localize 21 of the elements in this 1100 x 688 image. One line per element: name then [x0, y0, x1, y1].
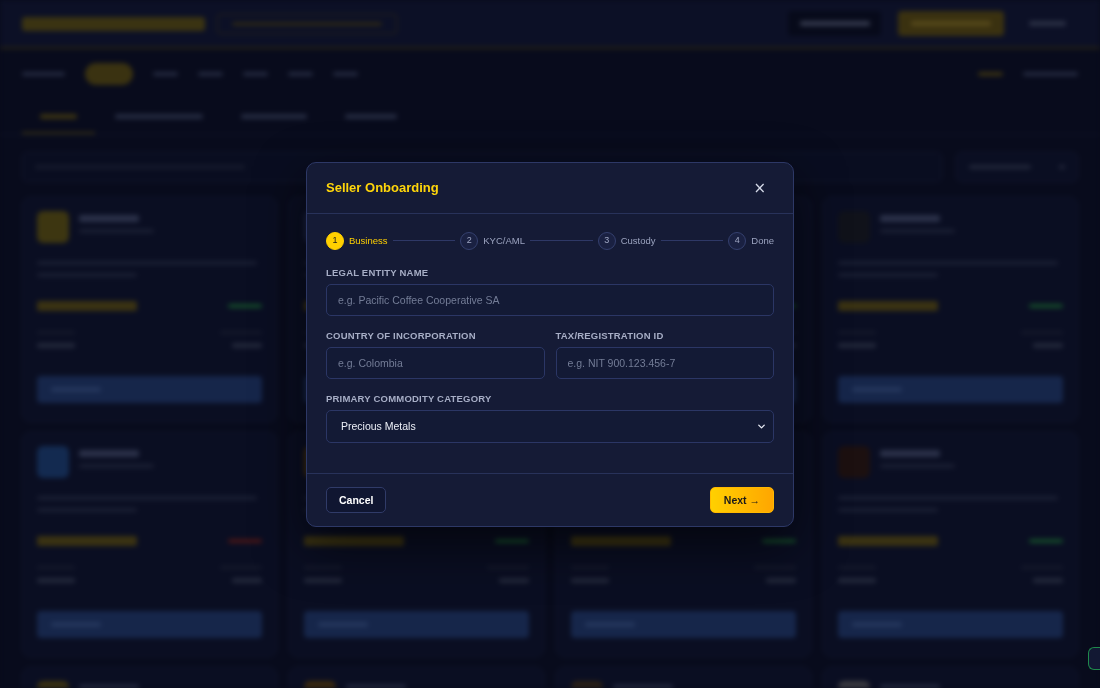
field-label: TAX/REGISTRATION ID — [555, 329, 665, 341]
step-label: Custody — [620, 234, 656, 247]
step-number: 4 — [728, 231, 747, 250]
category-select[interactable]: Precious Metals — [326, 409, 774, 443]
input-field[interactable]: e.g. NIT 900.123.456-7 — [555, 346, 774, 379]
floating-button[interactable] — [1088, 647, 1100, 670]
field-label: LEGAL ENTITY NAME — [326, 266, 430, 278]
step-number: 2 — [460, 231, 479, 250]
input-field[interactable]: e.g. Colombia — [326, 346, 545, 379]
close-button[interactable]: × — [750, 179, 769, 196]
step-number: 1 — [326, 231, 344, 250]
cancel-button[interactable]: Cancel — [326, 486, 387, 513]
step-number: 3 — [597, 231, 616, 250]
input-field[interactable]: e.g. Pacific Coffee Cooperative SA — [326, 283, 774, 316]
step-label: Done — [751, 234, 774, 247]
step-label: Business — [349, 234, 388, 247]
dialog-title: Seller Onboarding — [326, 179, 439, 196]
field-label: PRIMARY COMMODITY CATEGORY — [326, 392, 493, 404]
step-label: KYC/AML — [483, 234, 525, 247]
field-label: COUNTRY OF INCORPORATION — [326, 329, 477, 341]
next-button[interactable]: Next → — [709, 486, 774, 513]
